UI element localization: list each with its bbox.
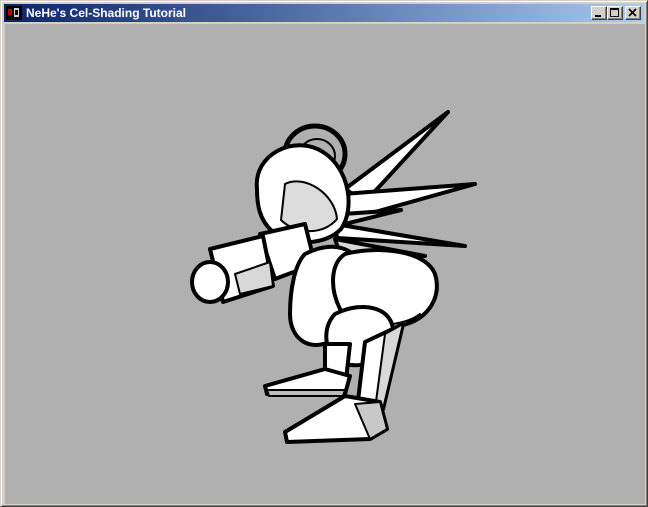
close-button[interactable] — [625, 6, 641, 20]
fist — [190, 260, 230, 304]
spike-3 — [341, 208, 403, 226]
back-foot-shade — [266, 389, 346, 397]
minimize-icon — [595, 15, 601, 17]
maximize-button[interactable] — [607, 6, 623, 20]
window-title: NeHe's Cel-Shading Tutorial — [26, 6, 186, 20]
app-window: NeHe's Cel-Shading Tutorial — [0, 0, 648, 507]
close-icon — [628, 8, 637, 17]
cel-shaded-model — [190, 110, 477, 444]
minimize-button[interactable] — [591, 6, 607, 20]
maximize-icon — [610, 8, 619, 17]
app-icon[interactable] — [6, 6, 22, 20]
title-bar[interactable]: NeHe's Cel-Shading Tutorial — [4, 4, 644, 22]
render-viewport[interactable] — [5, 24, 645, 504]
window-controls — [591, 6, 641, 20]
